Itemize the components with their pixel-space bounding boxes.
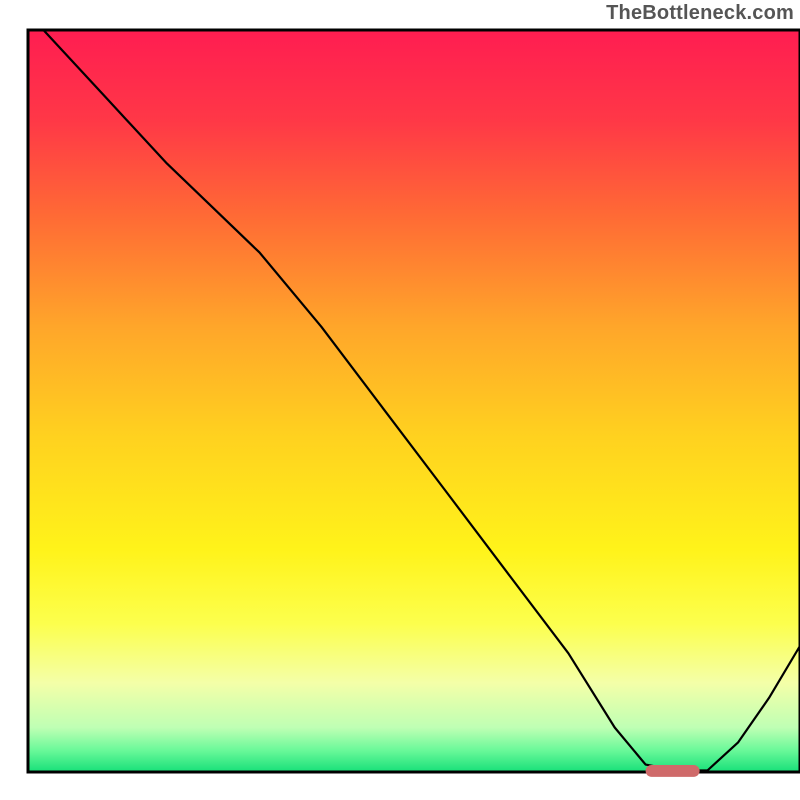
bottleneck-chart [0, 0, 800, 800]
watermark-text: TheBottleneck.com [606, 2, 794, 25]
sweet-spot-marker [646, 765, 700, 777]
plot-background [28, 30, 800, 772]
